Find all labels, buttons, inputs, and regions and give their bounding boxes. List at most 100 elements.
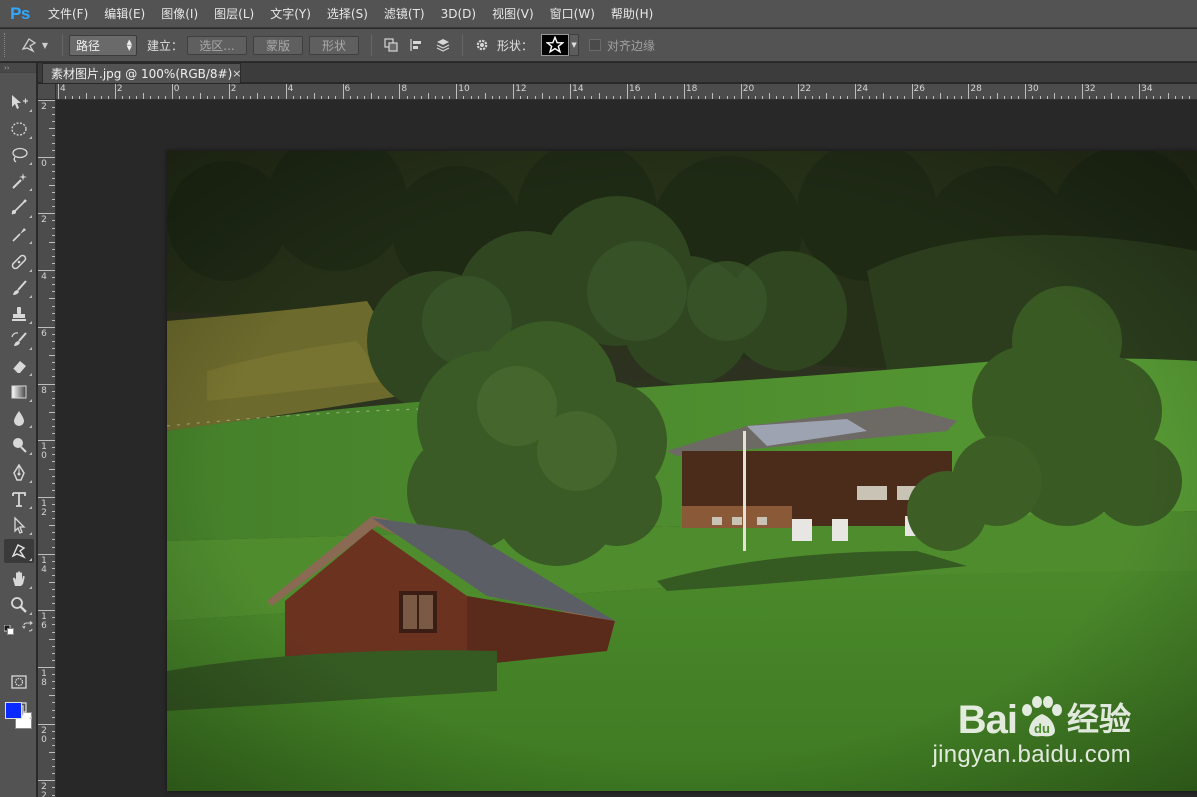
menu-edit[interactable]: 编辑(E): [96, 0, 153, 28]
ruler-minor-tick: [52, 461, 55, 463]
path-alignment-button[interactable]: [404, 33, 430, 57]
stamp-tool[interactable]: [4, 302, 34, 326]
ruler-minor-tick: [634, 96, 636, 99]
menu-image[interactable]: 图像(I): [153, 0, 206, 28]
watermark-brand: Bai: [957, 698, 1018, 742]
foreground-color-swatch[interactable]: [5, 702, 22, 719]
default-colors-button[interactable]: [3, 620, 14, 635]
ruler-minor-tick: [897, 96, 899, 99]
ruler-h-label: 12: [515, 84, 527, 94]
vertical-ruler[interactable]: 20246810121416182022: [38, 100, 56, 797]
zoom-tool[interactable]: [4, 593, 34, 617]
marquee-tool[interactable]: [4, 117, 34, 141]
ruler-minor-tick: [52, 475, 55, 477]
custom-shape-tool[interactable]: [4, 539, 34, 563]
document-tab[interactable]: 素材图片.jpg @ 100%(RGB/8#) ×: [42, 63, 242, 83]
tools-panel-header[interactable]: ››: [0, 63, 36, 73]
close-icon[interactable]: ×: [232, 67, 241, 80]
path-selection-tool[interactable]: [4, 513, 34, 537]
ruler-v-label: 12: [41, 498, 47, 518]
menu-help[interactable]: 帮助(H): [603, 0, 661, 28]
ruler-minor-tick: [52, 716, 55, 718]
ruler-minor-tick: [1075, 96, 1077, 99]
eraser-icon: [12, 361, 26, 374]
make-mask-button[interactable]: 蒙版: [253, 35, 304, 55]
ruler-major-tick: [114, 84, 116, 99]
make-selection-button[interactable]: 选区...: [187, 35, 248, 55]
ruler-origin[interactable]: [38, 84, 56, 100]
ruler-major-tick: [911, 84, 913, 99]
ruler-minor-tick: [392, 96, 394, 99]
default-colors-icon: [3, 624, 14, 635]
quick-mask-button[interactable]: [4, 670, 34, 694]
ruler-minor-tick: [52, 404, 55, 406]
menu-filter[interactable]: 滤镜(T): [376, 0, 433, 28]
tool-preset-picker[interactable]: ▼: [12, 33, 56, 57]
ruler-minor-tick: [52, 206, 55, 208]
ruler-minor-tick: [605, 96, 607, 99]
menu-type[interactable]: 文字(Y): [262, 0, 319, 28]
ruler-minor-tick: [52, 121, 55, 123]
ruler-minor-tick: [200, 93, 202, 99]
make-shape-button[interactable]: 形状: [309, 35, 360, 55]
watermark-cn: 经验: [1066, 700, 1131, 738]
brush-tool[interactable]: [4, 276, 34, 300]
ruler-minor-tick: [961, 96, 963, 99]
ruler-minor-tick: [65, 96, 67, 99]
ruler-minor-tick: [712, 93, 714, 99]
tool-mode-select[interactable]: 路径 ▲ ▼: [69, 34, 137, 56]
ruler-h-label: 18: [685, 84, 698, 94]
ruler-minor-tick: [826, 93, 828, 99]
ruler-minor-tick: [1003, 96, 1005, 99]
ruler-minor-tick: [691, 96, 692, 99]
eyedropper-tool[interactable]: [4, 222, 34, 246]
menu-layer[interactable]: 图层(L): [206, 0, 262, 28]
path-alignment-icon: [410, 39, 422, 51]
ruler-minor-tick: [52, 766, 55, 768]
ruler-minor-tick: [1053, 93, 1055, 99]
options-grip[interactable]: [4, 33, 12, 57]
menu-file[interactable]: 文件(F): [40, 0, 96, 28]
history-brush-tool[interactable]: [4, 328, 34, 352]
hand-tool[interactable]: [4, 567, 34, 591]
menu-3d[interactable]: 3D(D): [433, 0, 484, 28]
settings-button[interactable]: [469, 33, 495, 57]
blur-tool[interactable]: [4, 406, 34, 430]
align-edges-checkbox[interactable]: [589, 39, 602, 51]
chevron-down-icon[interactable]: ▼: [569, 34, 580, 56]
path-arrangement-button[interactable]: [430, 33, 456, 57]
ruler-minor-tick: [52, 248, 55, 250]
horizontal-ruler[interactable]: 4 2 0 2 4 6 8 10 12 14 16 18 20 22 24 26 28 30 32 34: [56, 84, 1197, 100]
ruler-minor-tick: [52, 107, 55, 109]
ruler-h-label: 10: [458, 84, 470, 94]
menu-select[interactable]: 选择(S): [319, 0, 376, 28]
ruler-minor-tick: [676, 96, 678, 99]
ruler-minor-tick: [52, 277, 55, 279]
menu-view[interactable]: 视图(V): [484, 0, 542, 28]
pen-tool[interactable]: [4, 461, 34, 485]
eraser-tool[interactable]: [4, 354, 34, 378]
type-tool[interactable]: [4, 487, 34, 511]
ruler-minor-tick: [1046, 96, 1048, 99]
swap-colors-button[interactable]: [22, 618, 34, 632]
menu-window[interactable]: 窗口(W): [542, 0, 603, 28]
lasso-tool[interactable]: [4, 143, 34, 167]
move-tool[interactable]: [4, 90, 34, 114]
ruler-minor-tick: [726, 96, 728, 99]
dodge-tool[interactable]: [4, 433, 34, 457]
ruler-minor-tick: [193, 96, 195, 99]
healing-tool[interactable]: [4, 250, 34, 274]
custom-shape-picker[interactable]: [541, 34, 570, 56]
document-image[interactable]: Bai du 经验 jingyan.baidu.com: [167, 151, 1197, 791]
ruler-minor-tick: [52, 177, 55, 179]
crop-tool[interactable]: [4, 196, 34, 220]
ruler-minor-tick: [52, 567, 55, 569]
ruler-minor-tick: [875, 96, 877, 99]
ruler-major-tick: [627, 84, 628, 99]
gradient-tool[interactable]: [4, 380, 34, 404]
path-operations-button[interactable]: [378, 33, 404, 57]
magic-wand-tool[interactable]: [4, 169, 34, 193]
ruler-minor-tick: [278, 96, 280, 99]
ruler-minor-tick: [52, 426, 55, 428]
ruler-minor-tick: [52, 631, 55, 633]
